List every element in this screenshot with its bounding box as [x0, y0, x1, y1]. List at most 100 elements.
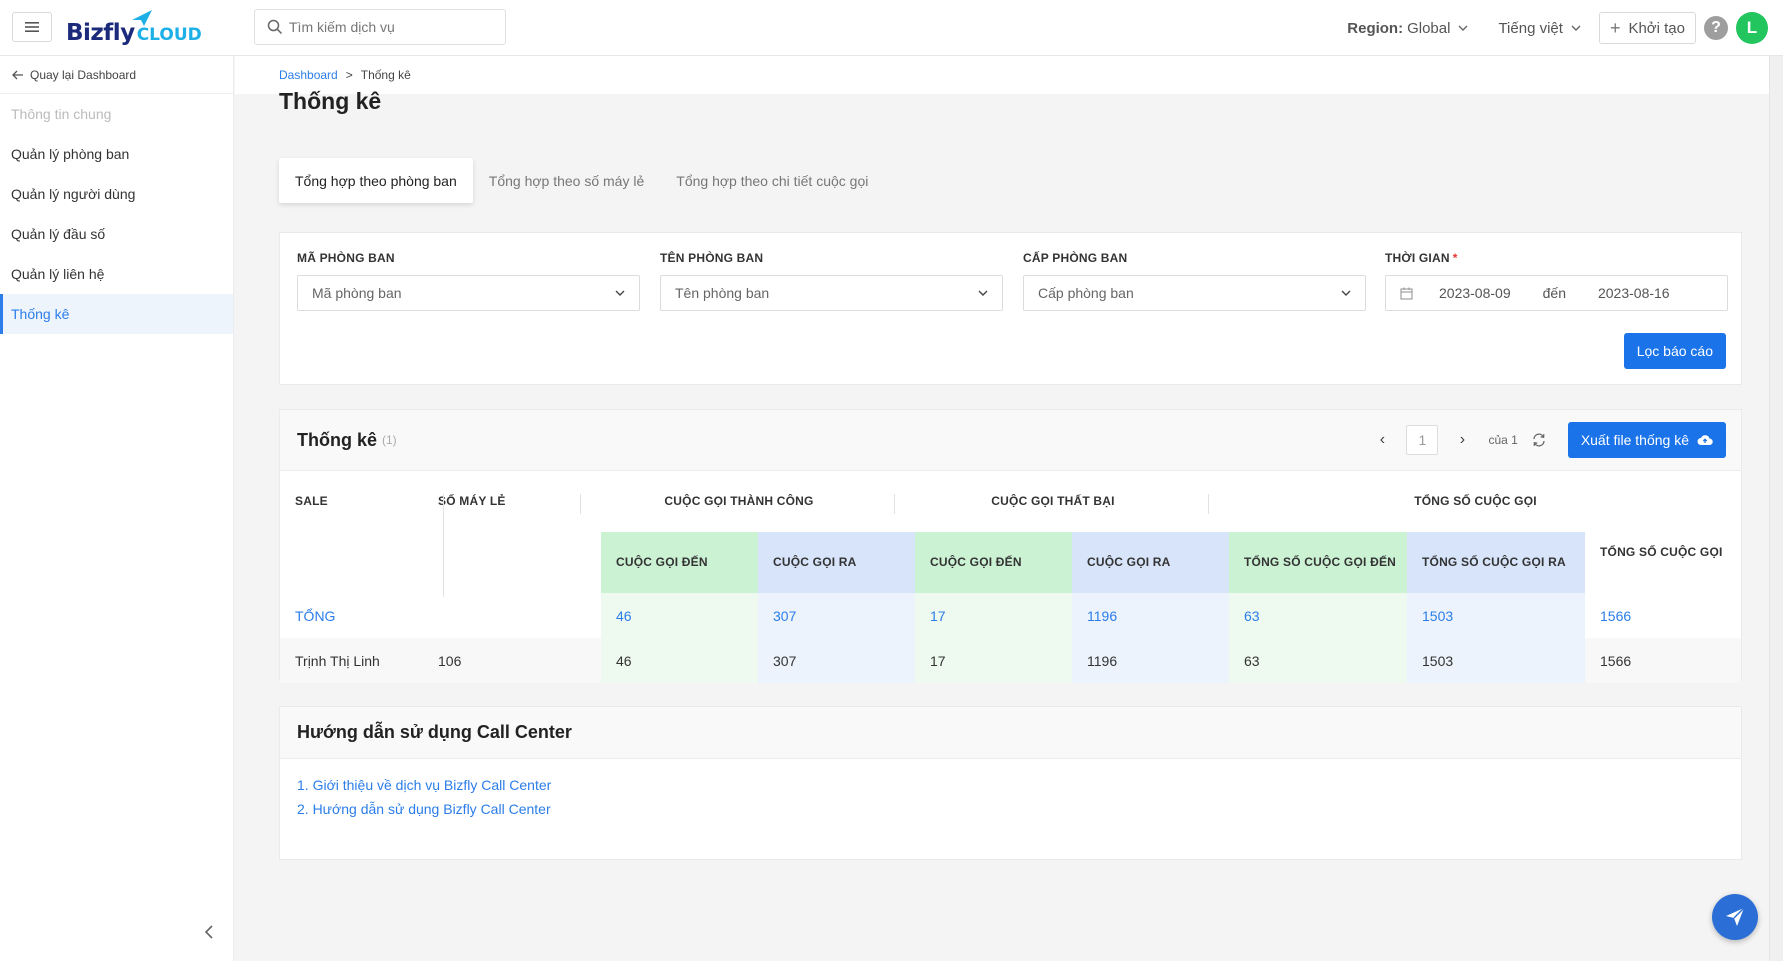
dept-level-label: CẤP PHÒNG BAN — [1023, 251, 1128, 265]
total-total-all: 1566 — [1600, 607, 1632, 624]
sidebar-item-contacts[interactable]: Quản lý liên hệ — [0, 254, 233, 294]
table-row-total: TỔNG 46 307 17 1196 63 1503 1566 — [280, 593, 1741, 638]
total-total-out: 1503 — [1407, 593, 1585, 638]
col-extension: SỐ MÁY LẺ — [438, 494, 506, 508]
filter-panel: MÃ PHÒNG BAN Mã phòng ban TÊN PHÒNG BAN … — [279, 232, 1742, 385]
dept-level-filter: CẤP PHÒNG BAN Cấp phòng ban — [1023, 251, 1366, 311]
total-success-out: 307 — [758, 593, 915, 638]
logo-plane-icon — [132, 10, 152, 26]
guide-link-intro[interactable]: 1. Giới thiệu về dịch vụ Bizfly Call Cen… — [280, 777, 1741, 793]
prev-page-button[interactable]: ‹ — [1372, 431, 1392, 449]
sidebar-item-general-info: Thông tin chung — [11, 106, 112, 122]
row-success-in: 46 — [601, 638, 758, 683]
date-to[interactable]: 2023-08-16 — [1598, 285, 1670, 301]
language-selector[interactable]: Tiếng việt — [1498, 20, 1581, 37]
tab-by-extension[interactable]: Tổng hợp theo số máy lẻ — [473, 158, 661, 203]
col-success-calls: CUỘC GỌI THÀNH CÔNG — [664, 494, 814, 508]
search-input[interactable] — [289, 19, 489, 35]
help-icon[interactable]: ? — [1704, 16, 1728, 40]
col-sale: SALE — [295, 494, 328, 508]
collapse-sidebar-icon[interactable] — [204, 925, 214, 939]
table-row: Trịnh Thị Linh 106 46 307 17 1196 63 150… — [280, 638, 1741, 683]
breadcrumb-separator: > — [345, 68, 353, 82]
row-extension: 106 — [438, 652, 462, 669]
sidebar-item-statistics[interactable]: Thống kê — [0, 294, 233, 334]
logo-main: Bizfly — [66, 20, 135, 46]
dept-code-label: MÃ PHÒNG BAN — [297, 251, 395, 265]
dept-code-placeholder: Mã phòng ban — [312, 285, 402, 301]
date-separator: đến — [1542, 285, 1566, 301]
dept-level-placeholder: Cấp phòng ban — [1038, 285, 1134, 301]
sidebar-item-users[interactable]: Quản lý người dùng — [0, 174, 233, 214]
dept-name-placeholder: Tên phòng ban — [675, 285, 770, 301]
sub-col-failed-in: CUỘC GỌI ĐẾN — [915, 532, 1072, 593]
search-box[interactable] — [254, 9, 506, 45]
sidebar-item-departments[interactable]: Quản lý phòng ban — [0, 134, 233, 174]
header-divider — [1208, 494, 1209, 514]
header-divider — [580, 494, 581, 514]
stats-panel: Thống kê (1) ‹ 1 › của 1 Xuất file thống… — [279, 409, 1742, 683]
col-failed-calls: CUỘC GỌI THẤT BẠI — [991, 494, 1115, 508]
header-divider — [894, 494, 895, 514]
total-label[interactable]: TỔNG — [280, 593, 335, 638]
refresh-icon[interactable] — [1532, 433, 1546, 447]
scrollbar[interactable] — [1769, 56, 1783, 961]
row-success-out: 307 — [758, 638, 915, 683]
avatar[interactable]: L — [1736, 12, 1768, 44]
sub-col-total-out: TỔNG SỐ CUỘC GỌI RA — [1407, 532, 1585, 593]
cloud-upload-icon — [1697, 435, 1713, 445]
search-icon — [267, 19, 283, 35]
dept-name-select[interactable]: Tên phòng ban — [660, 275, 1003, 311]
export-label: Xuất file thống kê — [1580, 432, 1689, 448]
sidebar-item-numbers[interactable]: Quản lý đầu số — [0, 214, 233, 254]
time-label: THỜI GIAN * — [1385, 251, 1728, 265]
row-total-all: 1566 — [1600, 652, 1632, 669]
total-failed-out: 1196 — [1072, 593, 1229, 638]
date-from[interactable]: 2023-08-09 — [1439, 285, 1511, 301]
back-label: Quay lại Dashboard — [30, 67, 137, 82]
tab-by-department[interactable]: Tổng hợp theo phòng ban — [279, 158, 473, 203]
header-divider — [443, 494, 444, 597]
breadcrumb-dashboard[interactable]: Dashboard — [279, 68, 338, 82]
guide-link-usage[interactable]: 2. Hướng dẫn sử dụng Bizfly Call Center — [280, 801, 1741, 817]
hamburger-icon — [25, 22, 39, 32]
date-range-picker[interactable]: 2023-08-09 đến 2023-08-16 — [1385, 275, 1728, 311]
page-input[interactable]: 1 — [1406, 425, 1439, 455]
filter-report-button[interactable]: Lọc báo cáo — [1623, 333, 1726, 369]
guide-panel: Hướng dẫn sử dụng Call Center 1. Giới th… — [279, 706, 1742, 860]
next-page-button[interactable]: › — [1452, 431, 1472, 449]
create-label: Khởi tạo — [1628, 19, 1685, 37]
top-bar: Bizfly CLOUD Region: Global Tiếng việt +… — [0, 0, 1783, 56]
sub-col-total-all: TỔNG SỐ CUỘC GỌI — [1585, 532, 1741, 593]
paper-plane-icon — [1726, 907, 1745, 926]
menu-button[interactable] — [12, 12, 52, 42]
total-total-in: 63 — [1229, 593, 1407, 638]
sub-col-success-out: CUỘC GỌI RA — [758, 532, 915, 593]
stats-header: Thống kê (1) ‹ 1 › của 1 Xuất file thống… — [280, 410, 1741, 471]
region-selector[interactable]: Region: Global — [1347, 20, 1468, 37]
time-label-text: THỜI GIAN — [1385, 251, 1450, 265]
chevron-down-icon — [615, 290, 625, 296]
dept-level-select[interactable]: Cấp phòng ban — [1023, 275, 1366, 311]
row-failed-out: 1196 — [1072, 638, 1229, 683]
create-button[interactable]: + Khởi tạo — [1598, 12, 1696, 44]
dept-code-filter: MÃ PHÒNG BAN Mã phòng ban — [297, 251, 640, 311]
logo[interactable]: Bizfly CLOUD — [66, 10, 202, 46]
breadcrumb-current: Thống kê — [360, 68, 411, 82]
region-label: Region: — [1347, 19, 1404, 37]
tab-by-call-detail[interactable]: Tổng hợp theo chi tiết cuộc gọi — [660, 158, 884, 203]
send-feedback-button[interactable] — [1712, 894, 1758, 940]
sidebar: Quay lại Dashboard Thông tin chung Quản … — [0, 56, 234, 961]
row-sale-name: Trịnh Thị Linh — [295, 652, 380, 669]
table-header-row: SALE SỐ MÁY LẺ CUỘC GỌI THÀNH CÔNG CUỘC … — [280, 472, 1741, 532]
dept-code-select[interactable]: Mã phòng ban — [297, 275, 640, 311]
export-stats-button[interactable]: Xuất file thống kê — [1567, 422, 1726, 458]
page-total: của 1 — [1488, 433, 1518, 447]
row-total-out: 1503 — [1407, 638, 1585, 683]
time-filter: THỜI GIAN * 2023-08-09 đến 2023-08-16 — [1385, 251, 1728, 311]
plus-icon: + — [1609, 17, 1621, 38]
arrow-left-icon — [12, 70, 23, 79]
sub-col-failed-out: CUỘC GỌI RA — [1072, 532, 1229, 593]
row-failed-in: 17 — [915, 638, 1072, 683]
back-to-dashboard-link[interactable]: Quay lại Dashboard — [0, 56, 233, 94]
